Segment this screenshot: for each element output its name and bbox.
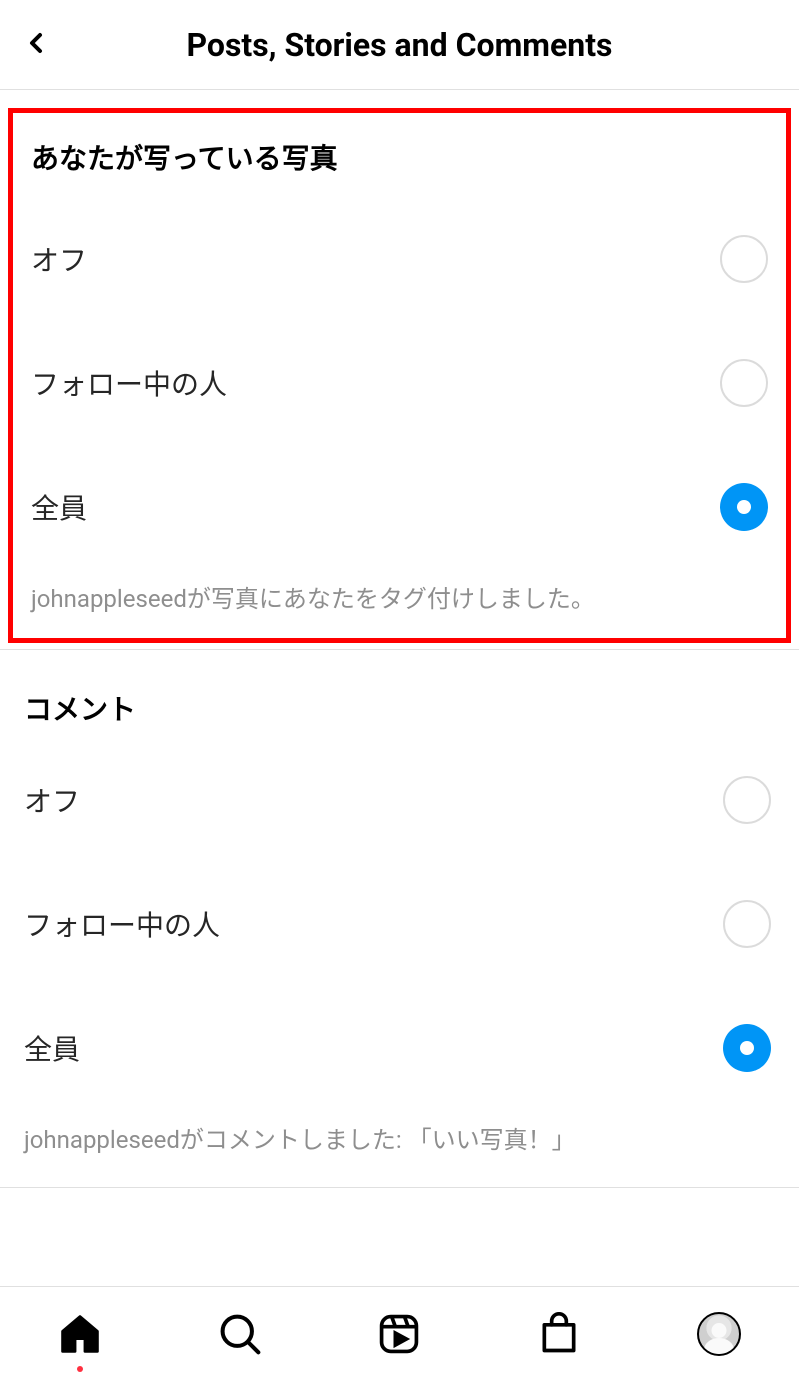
header-bar: Posts, Stories and Comments (0, 0, 799, 90)
home-icon (58, 1312, 102, 1356)
search-icon (218, 1312, 262, 1356)
back-button[interactable] (20, 27, 52, 63)
section-photos-of-you: あなたが写っている写真 オフ フォロー中の人 全員 johnappleseedが… (0, 108, 799, 650)
notification-dot (77, 1366, 83, 1372)
nav-reels[interactable] (375, 1310, 423, 1358)
nav-shop[interactable] (535, 1310, 583, 1358)
radio-option-everyone[interactable]: 全員 (0, 986, 799, 1110)
option-label: 全員 (31, 487, 87, 527)
reels-icon (377, 1312, 421, 1356)
chevron-left-icon (20, 27, 52, 59)
option-label: オフ (31, 239, 87, 279)
shopping-bag-icon (537, 1312, 581, 1356)
radio-button (723, 776, 771, 824)
radio-option-following[interactable]: フォロー中の人 (0, 862, 799, 986)
option-label: フォロー中の人 (24, 904, 220, 944)
radio-button-selected (723, 1024, 771, 1072)
example-text: johnappleseedが写真にあなたをタグ付けしました。 (13, 569, 786, 622)
radio-option-following[interactable]: フォロー中の人 (13, 321, 786, 445)
radio-option-everyone[interactable]: 全員 (13, 445, 786, 569)
radio-button-selected (720, 483, 768, 531)
section-title-photos: あなたが写っている写真 (13, 113, 786, 197)
nav-profile[interactable] (695, 1310, 743, 1358)
divider (0, 1187, 799, 1188)
page-title: Posts, Stories and Comments (20, 26, 779, 64)
option-label: フォロー中の人 (31, 363, 227, 403)
radio-option-off[interactable]: オフ (0, 738, 799, 862)
radio-button (723, 900, 771, 948)
example-text: johnappleseedがコメントしました: 「いい写真！」 (0, 1110, 799, 1173)
option-label: 全員 (24, 1028, 80, 1068)
option-label: オフ (24, 780, 80, 820)
nav-search[interactable] (216, 1310, 264, 1358)
radio-button (720, 235, 768, 283)
radio-option-off[interactable]: オフ (13, 197, 786, 321)
radio-button (720, 359, 768, 407)
highlight-box: あなたが写っている写真 オフ フォロー中の人 全員 johnappleseedが… (8, 108, 791, 643)
profile-avatar-icon (697, 1312, 741, 1356)
section-title-comments: コメント (0, 672, 799, 738)
bottom-nav (0, 1286, 799, 1381)
section-comments: コメント オフ フォロー中の人 全員 johnappleseedがコメントしまし… (0, 650, 799, 1188)
nav-home[interactable] (56, 1310, 104, 1358)
